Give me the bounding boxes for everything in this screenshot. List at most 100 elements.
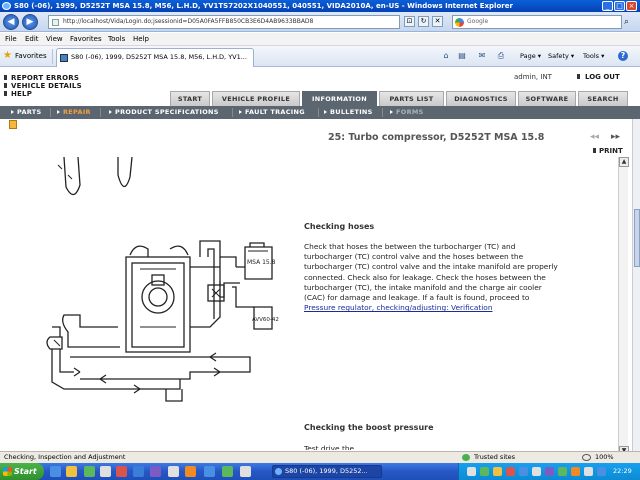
compatibility-icon[interactable]: ⊡ <box>404 16 415 27</box>
logout-link[interactable]: LOG OUT <box>577 73 620 81</box>
quicklaunch-app-icon[interactable] <box>84 466 95 477</box>
subnav-repair[interactable]: REPAIR <box>57 106 91 119</box>
close-button[interactable]: × <box>626 1 637 11</box>
taskbar-item-label: S80 (-06), 1999, D5252... <box>285 467 368 475</box>
back-button[interactable]: ◀ <box>3 14 19 30</box>
menu-view[interactable]: View <box>46 33 63 46</box>
tab-information[interactable]: INFORMATION <box>302 91 377 106</box>
window-title: S80 (-06), 1999, D5252T MSA 15.8, M56, L… <box>14 2 513 10</box>
quicklaunch-app-icon[interactable] <box>185 466 196 477</box>
search-input[interactable]: Google <box>452 15 622 29</box>
diagram-label-avv: AVV60-42 <box>252 317 279 323</box>
tab-search[interactable]: SEARCH <box>578 91 628 106</box>
trusted-sites-icon <box>462 454 470 461</box>
subnav-forms: FORMS <box>390 106 424 119</box>
tab-start[interactable]: START <box>170 91 210 106</box>
stop-icon[interactable]: ✕ <box>432 16 443 27</box>
tray-icon[interactable] <box>519 467 528 476</box>
quicklaunch-app-icon[interactable] <box>116 466 127 477</box>
next-page-icon[interactable]: ▸▸ <box>611 132 620 142</box>
tab-vehicle-profile[interactable]: VEHICLE PROFILE <box>212 91 300 106</box>
menu-favorites[interactable]: Favorites <box>70 33 102 46</box>
url-input[interactable]: http://localhost/Vida/Login.do;jsessioni… <box>48 15 400 29</box>
security-zone[interactable]: Trusted sites <box>474 452 515 463</box>
menu-tools[interactable]: Tools <box>108 33 125 46</box>
minimize-button[interactable]: _ <box>602 1 613 11</box>
quicklaunch-app-icon[interactable] <box>100 466 111 477</box>
pressure-regulator-link[interactable]: Pressure regulator, checking/adjusting: … <box>304 303 493 312</box>
subnav-product-specifications[interactable]: PRODUCT SPECIFICATIONS <box>109 106 219 119</box>
menu-help[interactable]: Help <box>133 33 149 46</box>
tray-icon[interactable] <box>558 467 567 476</box>
tray-icon[interactable] <box>545 467 554 476</box>
mail-icon[interactable]: ✉ <box>477 51 487 61</box>
url-text: http://localhost/Vida/Login.do;jsessioni… <box>63 18 314 25</box>
forward-button[interactable]: ▶ <box>22 14 38 30</box>
previous-page-icon[interactable]: ◂◂ <box>590 132 599 142</box>
vehicle-details-link[interactable]: VEHICLE DETAILS <box>4 82 82 90</box>
favorites-button[interactable]: Favorites <box>15 51 47 61</box>
help-link[interactable]: HELP <box>3 90 32 98</box>
page-scrollbar-thumb[interactable] <box>634 209 640 267</box>
safety-menu[interactable]: Safety ▾ <box>548 50 574 63</box>
quicklaunch-app-icon[interactable] <box>133 466 144 477</box>
print-link[interactable]: PRINT <box>593 147 623 155</box>
taskbar-ie-window[interactable]: S80 (-06), 1999, D5252... <box>272 465 382 478</box>
print-icon[interactable]: ⎙ <box>496 51 506 61</box>
document-icon[interactable] <box>9 120 17 129</box>
turbo-system-diagram: MSA 15.8 AVV60-42 <box>46 157 279 402</box>
user-label: admin, INT <box>514 73 552 81</box>
quicklaunch-app-icon[interactable] <box>240 466 251 477</box>
separator <box>232 108 233 117</box>
window-title-bar: S80 (-06), 1999, D5252T MSA 15.8, M56, L… <box>0 0 640 12</box>
tab-software[interactable]: SOFTWARE <box>518 91 576 106</box>
separator <box>318 108 319 117</box>
subnav-fault-tracing[interactable]: FAULT TRACING <box>239 106 305 119</box>
page-scrollbar[interactable] <box>632 119 640 451</box>
home-icon[interactable]: ⌂ <box>441 51 451 61</box>
quicklaunch-app-icon[interactable] <box>150 466 161 477</box>
ie-icon <box>275 468 282 475</box>
search-icon[interactable]: ⌕ <box>624 16 636 28</box>
report-errors-link[interactable]: REPORT ERRORS <box>3 74 79 82</box>
quicklaunch-folder-icon[interactable] <box>66 466 77 477</box>
feeds-icon[interactable]: ▤ <box>457 51 467 61</box>
scroll-up-button[interactable]: ▲ <box>619 157 629 167</box>
quicklaunch-ie-icon[interactable] <box>50 466 61 477</box>
browser-tab[interactable]: S80 (-06), 1999, D5252T MSA 15.8, M56, L… <box>56 48 254 67</box>
refresh-icon[interactable]: ↻ <box>418 16 429 27</box>
favorites-star-icon[interactable]: ★ <box>3 51 12 61</box>
subnav-bulletins[interactable]: BULLETINS <box>324 106 373 119</box>
taskbar: Start S80 (-06), 1999, D5252... 22:29 <box>0 463 640 480</box>
start-label: Start <box>14 467 37 476</box>
maximize-button[interactable]: □ <box>614 1 625 11</box>
tray-icon[interactable] <box>571 467 580 476</box>
tray-icon[interactable] <box>506 467 515 476</box>
quicklaunch-app-icon[interactable] <box>168 466 179 477</box>
quicklaunch-app-icon[interactable] <box>204 466 215 477</box>
network-icon[interactable] <box>597 467 606 476</box>
menu-file[interactable]: File <box>5 33 17 46</box>
tools-menu[interactable]: Tools ▾ <box>583 50 604 63</box>
sub-navigation: PARTS REPAIR PRODUCT SPECIFICATIONS FAUL… <box>0 106 640 119</box>
section-heading-boost-pressure: Checking the boost pressure <box>304 423 434 432</box>
tab-parts-list[interactable]: PARTS LIST <box>379 91 444 106</box>
tray-icon[interactable] <box>467 467 476 476</box>
page-menu[interactable]: Page ▾ <box>520 50 541 63</box>
zoom-level[interactable]: 100% <box>595 452 614 463</box>
page-icon <box>52 19 59 26</box>
address-toolbar: ◀ ▶ http://localhost/Vida/Login.do;jsess… <box>0 12 640 32</box>
tab-diagnostics[interactable]: DIAGNOSTICS <box>446 91 516 106</box>
subnav-parts[interactable]: PARTS <box>11 106 42 119</box>
document-scrollbar[interactable]: ▲ ▼ <box>618 157 629 456</box>
search-placeholder: Google <box>467 18 489 25</box>
tray-icon[interactable] <box>532 467 541 476</box>
start-button[interactable]: Start <box>0 463 44 480</box>
volume-icon[interactable] <box>584 467 593 476</box>
favorites-bar: ★ Favorites S80 (-06), 1999, D5252T MSA … <box>0 46 640 67</box>
quicklaunch-app-icon[interactable] <box>222 466 233 477</box>
tray-icon[interactable] <box>493 467 502 476</box>
menu-edit[interactable]: Edit <box>25 33 39 46</box>
help-icon[interactable]: ? <box>618 51 628 61</box>
tray-icon[interactable] <box>480 467 489 476</box>
